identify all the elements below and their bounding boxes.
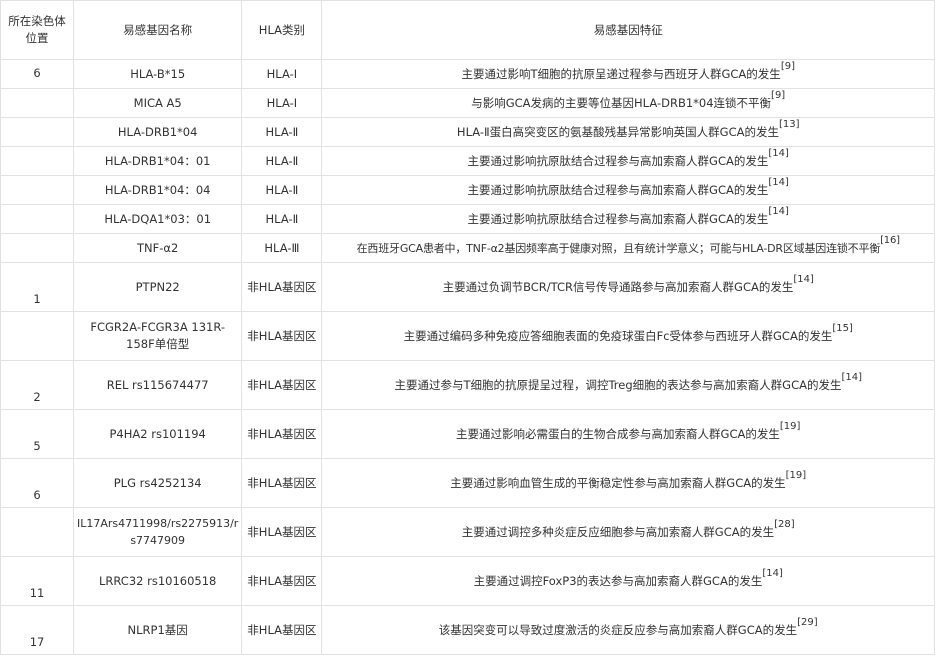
hla-class-cell: 非HLA基因区 (241, 556, 323, 606)
table-header-row: 所在染色体位置 易感基因名称 HLA类别 易感基因特征 (0, 0, 935, 60)
chromosome-cell (0, 507, 75, 557)
reference-citation: [16] (880, 234, 900, 246)
gene-name-cell: HLA-B*15 (73, 59, 243, 89)
gene-feature-cell: 主要通过负调节BCR/TCR信号传导通路参与高加索裔人群GCA的发生[14] (321, 262, 935, 312)
col-header-hla-class: HLA类别 (241, 0, 323, 60)
chromosome-cell (0, 117, 75, 147)
hla-class-cell: 非HLA基因区 (241, 605, 323, 655)
table-row: FCGR2A-FCGR3A 131R-158F单倍型 非HLA基因区 主要通过编… (0, 311, 935, 361)
chromosome-cell: 17 (0, 605, 75, 655)
gene-name-cell: HLA-DQA1*03：01 (73, 204, 243, 234)
gene-feature-cell: 主要通过影响抗原肽结合过程参与高加索裔人群GCA的发生[14] (321, 175, 935, 205)
hla-class-cell: HLA-Ⅲ (241, 233, 323, 263)
reference-citation: [14] (768, 147, 789, 159)
gene-name-cell: REL rs115674477 (73, 360, 243, 410)
gene-feature-cell: 该基因突变可以导致过度激活的炎症反应参与高加索裔人群GCA的发生[29] (321, 605, 935, 655)
reference-citation: [28] (774, 518, 795, 530)
table-row: 6 HLA-B*15 HLA-Ⅰ 主要通过影响T细胞的抗原呈递过程参与西班牙人群… (0, 59, 935, 89)
reference-citation: [19] (779, 420, 801, 432)
chromosome-cell (0, 175, 75, 205)
table-row: HLA-DRB1*04：04 HLA-Ⅱ 主要通过影响抗原肽结合过程参与高加索裔… (0, 175, 935, 205)
table-row: HLA-DRB1*04 HLA-Ⅱ HLA-Ⅱ蛋白高突变区的氨基酸残基异常影响英… (0, 117, 935, 147)
gene-name-cell: HLA-DRB1*04 (73, 117, 243, 147)
chromosome-cell: 6 (0, 458, 75, 508)
gene-feature-cell: 与影响GCA发病的主要等位基因HLA-DRB1*04连锁不平衡[9] (321, 88, 935, 118)
gene-feature-cell: 在西班牙GCA患者中，TNF-α2基因频率高于健康对照，且有统计学意义；可能与H… (321, 233, 935, 263)
table-row: 5 P4HA2 rs101194 非HLA基因区 主要通过影响必需蛋白的生物合成… (0, 409, 935, 459)
gene-feature-cell: 主要通过影响血管生成的平衡稳定性参与高加索裔人群GCA的发生[19] (321, 458, 935, 508)
chromosome-cell (0, 311, 75, 361)
reference-citation: [14] (768, 205, 789, 217)
hla-class-cell: HLA-Ⅱ (241, 117, 323, 147)
gene-name-cell: NLRP1基因 (73, 605, 243, 655)
gene-table: 所在染色体位置 易感基因名称 HLA类别 易感基因特征 6 HLA-B*15 H… (0, 0, 935, 655)
table-row: 1 PTPN22 非HLA基因区 主要通过负调节BCR/TCR信号传导通路参与高… (0, 262, 935, 312)
col-header-gene-name: 易感基因名称 (73, 0, 243, 60)
gene-name-cell: PLG rs4252134 (73, 458, 243, 508)
gene-feature-cell: 主要通过影响T细胞的抗原呈递过程参与西班牙人群GCA的发生[9] (321, 59, 935, 89)
hla-class-cell: 非HLA基因区 (241, 409, 323, 459)
hla-class-cell: 非HLA基因区 (241, 262, 323, 312)
chromosome-cell (0, 233, 75, 263)
table-row: 17 NLRP1基因 非HLA基因区 该基因突变可以导致过度激活的炎症反应参与高… (0, 605, 935, 655)
hla-class-cell: HLA-Ⅱ (241, 204, 323, 234)
chromosome-cell: 5 (0, 409, 75, 459)
reference-citation: [14] (762, 567, 783, 579)
reference-citation: [13] (778, 118, 800, 130)
gene-name-cell: HLA-DRB1*04：01 (73, 146, 243, 176)
hla-class-cell: HLA-Ⅰ (241, 88, 323, 118)
gene-feature-cell: 主要通过影响必需蛋白的生物合成参与高加索裔人群GCA的发生[19] (321, 409, 935, 459)
hla-class-cell: HLA-Ⅱ (241, 175, 323, 205)
table-row: HLA-DRB1*04：01 HLA-Ⅱ 主要通过影响抗原肽结合过程参与高加索裔… (0, 146, 935, 176)
reference-citation: [14] (793, 273, 814, 285)
reference-citation: [9] (771, 89, 786, 101)
gene-feature-cell: 主要通过调控多种炎症反应细胞参与高加索裔人群GCA的发生[28] (321, 507, 935, 557)
hla-class-cell: 非HLA基因区 (241, 507, 323, 557)
gene-name-cell: TNF-α2 (73, 233, 243, 263)
hla-class-cell: 非HLA基因区 (241, 360, 323, 410)
gene-feature-cell: 主要通过影响抗原肽结合过程参与高加索裔人群GCA的发生[14] (321, 146, 935, 176)
reference-citation: [14] (841, 371, 862, 383)
chromosome-cell (0, 88, 75, 118)
hla-class-cell: HLA-Ⅱ (241, 146, 323, 176)
col-header-chromosome: 所在染色体位置 (0, 0, 75, 60)
gene-feature-cell: 主要通过调控FoxP3的表达参与高加索裔人群GCA的发生[14] (321, 556, 935, 606)
chromosome-cell: 1 (0, 262, 75, 312)
table-row: 2 REL rs115674477 非HLA基因区 主要通过参与T细胞的抗原提呈… (0, 360, 935, 410)
chromosome-cell: 2 (0, 360, 75, 410)
table-row: MICA A5 HLA-Ⅰ 与影响GCA发病的主要等位基因HLA-DRB1*04… (0, 88, 935, 118)
col-header-gene-feature: 易感基因特征 (321, 0, 935, 60)
table-row: HLA-DQA1*03：01 HLA-Ⅱ 主要通过影响抗原肽结合过程参与高加索裔… (0, 204, 935, 234)
gene-feature-cell: 主要通过编码多种免疫应答细胞表面的免疫球蛋白Fc受体参与西班牙人群GCA的发生[… (321, 311, 935, 361)
hla-class-cell: 非HLA基因区 (241, 458, 323, 508)
chromosome-cell: 11 (0, 556, 75, 606)
gene-feature-cell: HLA-Ⅱ蛋白高突变区的氨基酸残基异常影响英国人群GCA的发生[13] (321, 117, 935, 147)
gene-name-cell: P4HA2 rs101194 (73, 409, 243, 459)
gene-feature-cell: 主要通过影响抗原肽结合过程参与高加索裔人群GCA的发生[14] (321, 204, 935, 234)
hla-class-cell: 非HLA基因区 (241, 311, 323, 361)
gene-name-cell: HLA-DRB1*04：04 (73, 175, 243, 205)
reference-citation: [14] (768, 176, 789, 188)
reference-citation: [19] (785, 469, 807, 481)
table-row: 6 PLG rs4252134 非HLA基因区 主要通过影响血管生成的平衡稳定性… (0, 458, 935, 508)
gene-feature-cell: 主要通过参与T细胞的抗原提呈过程，调控Treg细胞的表达参与高加索裔人群GCA的… (321, 360, 935, 410)
table-row: IL17Ars4711998/rs2275913/rs7747909 非HLA基… (0, 507, 935, 557)
gene-name-cell: LRRC32 rs10160518 (73, 556, 243, 606)
chromosome-cell: 6 (0, 59, 75, 89)
chromosome-cell (0, 146, 75, 176)
reference-citation: [9] (780, 60, 795, 72)
hla-class-cell: HLA-Ⅰ (241, 59, 323, 89)
chromosome-cell (0, 204, 75, 234)
table-row: TNF-α2 HLA-Ⅲ 在西班牙GCA患者中，TNF-α2基因频率高于健康对照… (0, 233, 935, 263)
reference-citation: [29] (797, 616, 818, 628)
gene-name-cell: PTPN22 (73, 262, 243, 312)
gene-name-cell: FCGR2A-FCGR3A 131R-158F单倍型 (73, 311, 243, 361)
table-row: 11 LRRC32 rs10160518 非HLA基因区 主要通过调控FoxP3… (0, 556, 935, 606)
gene-name-cell: IL17Ars4711998/rs2275913/rs7747909 (73, 507, 243, 557)
gene-name-cell: MICA A5 (73, 88, 243, 118)
reference-citation: [15] (832, 322, 853, 334)
